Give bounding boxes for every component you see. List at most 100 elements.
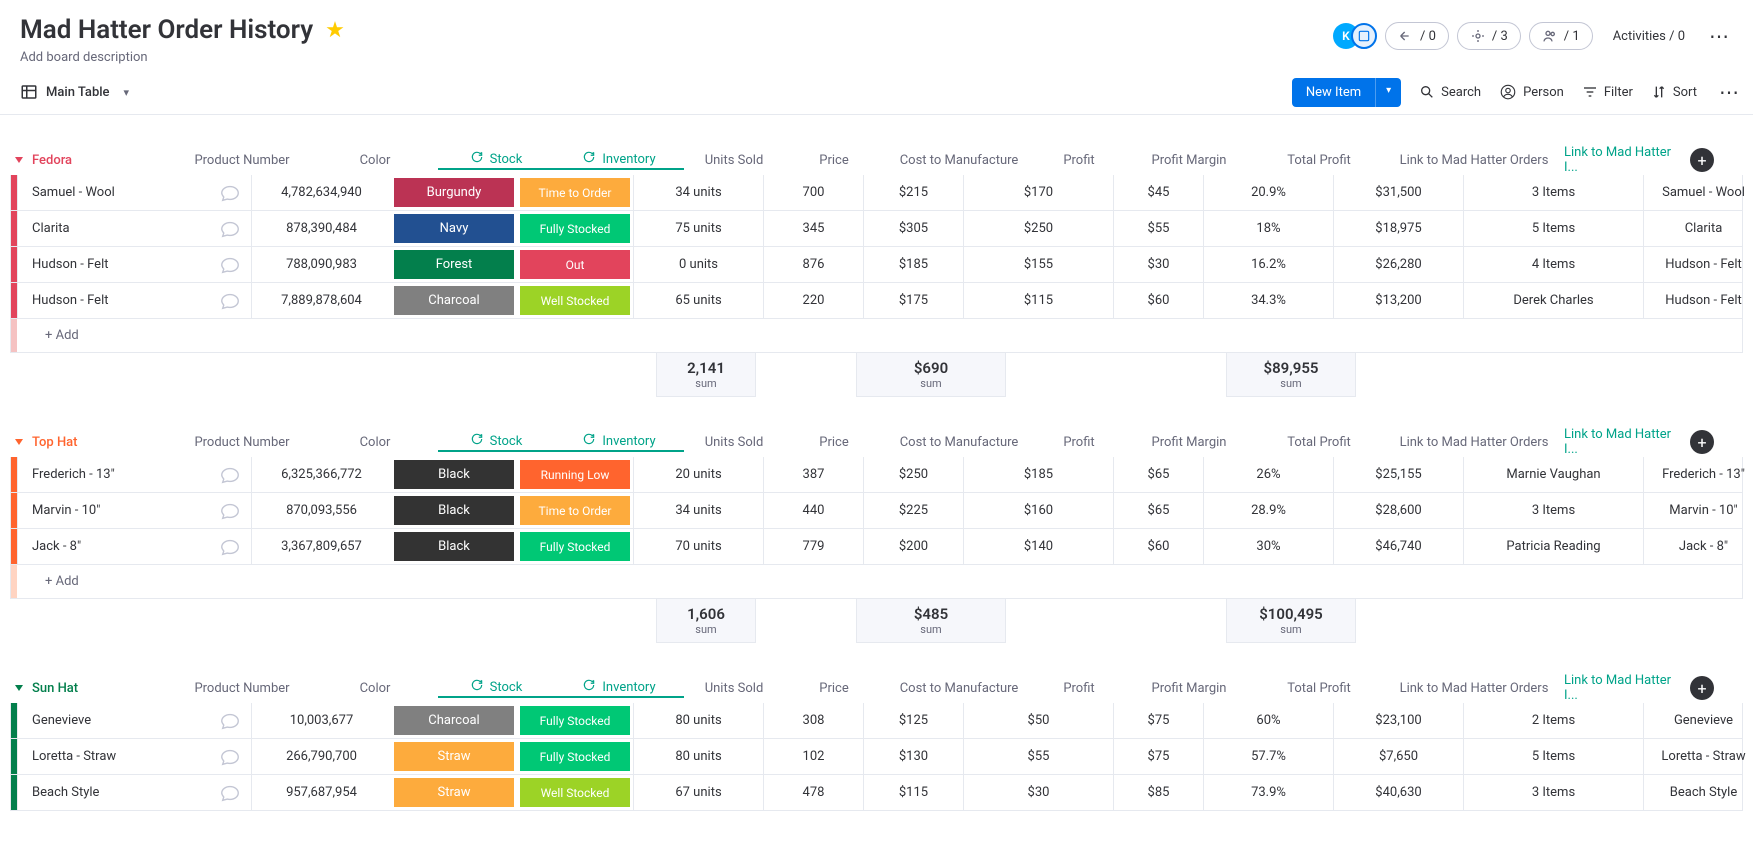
collapse-icon[interactable] [10, 433, 28, 451]
add-item-button[interactable]: + Add [10, 319, 1743, 353]
add-column-button[interactable]: + [1690, 148, 1714, 172]
chat-icon[interactable] [219, 536, 241, 558]
item-name-cell[interactable]: Beach Style [17, 775, 251, 810]
margin-cell[interactable]: 16.2% [1203, 247, 1333, 282]
col-profit-margin[interactable]: Profit Margin [1124, 153, 1254, 168]
total-profit-cell[interactable]: $7,650 [1333, 739, 1463, 774]
color-cell[interactable]: Black [394, 532, 514, 561]
product-number-cell[interactable]: 957,687,954 [251, 775, 391, 810]
margin-cell[interactable]: 28.9% [1203, 493, 1333, 528]
item-name-cell[interactable]: Hudson - Felt [17, 283, 251, 318]
cost-cell[interactable]: $170 [963, 175, 1113, 210]
avatar-group[interactable]: K [1333, 23, 1377, 49]
color-cell[interactable]: Burgundy [394, 178, 514, 207]
cost-cell[interactable]: $250 [963, 211, 1113, 246]
color-cell[interactable]: Forest [394, 250, 514, 279]
total-profit-cell[interactable]: $40,630 [1333, 775, 1463, 810]
link-inventory-cell[interactable]: Hudson - Felt [1643, 283, 1753, 318]
link-orders-cell[interactable]: Patricia Reading [1463, 529, 1643, 564]
inventory-cell[interactable]: 75 units [633, 211, 763, 246]
col-cost-manufacture[interactable]: Cost to Manufacture [884, 681, 1034, 696]
collapse-icon[interactable] [10, 679, 28, 697]
product-number-cell[interactable]: 6,325,366,772 [251, 457, 391, 492]
board-description[interactable]: Add board description [20, 50, 1733, 65]
profit-cell[interactable]: $75 [1113, 739, 1203, 774]
view-selector[interactable]: Main Table ▾ [10, 77, 139, 107]
total-profit-cell[interactable]: $13,200 [1333, 283, 1463, 318]
col-inventory[interactable]: Inventory [554, 150, 684, 170]
chat-icon[interactable] [219, 500, 241, 522]
new-item-dropdown[interactable]: ▾ [1375, 78, 1401, 107]
units-sold-cell[interactable]: 345 [763, 211, 863, 246]
table-row[interactable]: Genevieve 10,003,677 Charcoal Fully Stoc… [10, 703, 1743, 739]
stock-cell[interactable]: Fully Stocked [520, 706, 630, 735]
col-profit[interactable]: Profit [1034, 681, 1124, 696]
stock-cell[interactable]: Fully Stocked [520, 214, 630, 243]
cost-cell[interactable]: $115 [963, 283, 1113, 318]
margin-cell[interactable]: 26% [1203, 457, 1333, 492]
link-inventory-cell[interactable]: Frederich - 13" [1643, 457, 1753, 492]
col-inventory[interactable]: Inventory [554, 678, 684, 698]
cost-cell[interactable]: $30 [963, 775, 1113, 810]
col-total-profit[interactable]: Total Profit [1254, 435, 1384, 450]
cost-cell[interactable]: $155 [963, 247, 1113, 282]
members-pill[interactable]: / 1 [1529, 22, 1593, 50]
product-number-cell[interactable]: 870,093,556 [251, 493, 391, 528]
add-item-button[interactable]: + Add [10, 565, 1743, 599]
product-number-cell[interactable]: 788,090,983 [251, 247, 391, 282]
stock-cell[interactable]: Time to Order [520, 178, 630, 207]
table-row[interactable]: Samuel - Wool 4,782,634,940 Burgundy Tim… [10, 175, 1743, 211]
margin-cell[interactable]: 18% [1203, 211, 1333, 246]
color-cell[interactable]: Navy [394, 214, 514, 243]
profit-cell[interactable]: $30 [1113, 247, 1203, 282]
chat-icon[interactable] [219, 218, 241, 240]
page-title[interactable]: Mad Hatter Order History [20, 15, 313, 45]
col-product-number[interactable]: Product Number [172, 435, 312, 450]
price-cell[interactable]: $115 [863, 775, 963, 810]
sort-button[interactable]: Sort [1651, 84, 1697, 100]
color-cell[interactable]: Straw [394, 742, 514, 771]
inventory-cell[interactable]: 0 units [633, 247, 763, 282]
col-profit[interactable]: Profit [1034, 435, 1124, 450]
link-inventory-cell[interactable]: Genevieve [1643, 703, 1753, 738]
link-inventory-cell[interactable]: Jack - 8" [1643, 529, 1753, 564]
item-name-cell[interactable]: Clarita [17, 211, 251, 246]
link-orders-cell[interactable]: 5 Items [1463, 211, 1643, 246]
col-units-sold[interactable]: Units Sold [684, 681, 784, 696]
total-profit-cell[interactable]: $23,100 [1333, 703, 1463, 738]
stock-cell[interactable]: Time to Order [520, 496, 630, 525]
margin-cell[interactable]: 60% [1203, 703, 1333, 738]
price-cell[interactable]: $305 [863, 211, 963, 246]
col-inventory[interactable]: Inventory [554, 432, 684, 452]
group-name[interactable]: Fedora [32, 153, 172, 168]
color-cell[interactable]: Charcoal [394, 286, 514, 315]
price-cell[interactable]: $125 [863, 703, 963, 738]
cost-cell[interactable]: $140 [963, 529, 1113, 564]
col-profit[interactable]: Profit [1034, 153, 1124, 168]
stock-cell[interactable]: Running Low [520, 460, 630, 489]
more-menu-icon[interactable]: ⋯ [1705, 20, 1733, 52]
inventory-cell[interactable]: 20 units [633, 457, 763, 492]
item-name-cell[interactable]: Frederich - 13" [17, 457, 251, 492]
profit-cell[interactable]: $45 [1113, 175, 1203, 210]
link-orders-cell[interactable]: 5 Items [1463, 739, 1643, 774]
chat-icon[interactable] [219, 182, 241, 204]
col-profit-margin[interactable]: Profit Margin [1124, 435, 1254, 450]
stock-cell[interactable]: Out [520, 250, 630, 279]
total-profit-cell[interactable]: $26,280 [1333, 247, 1463, 282]
margin-cell[interactable]: 34.3% [1203, 283, 1333, 318]
group-name[interactable]: Top Hat [32, 435, 172, 450]
col-stock[interactable]: Stock [438, 678, 554, 698]
profit-cell[interactable]: $55 [1113, 211, 1203, 246]
col-link-inventory[interactable]: Link to Mad Hatter I... [1564, 145, 1684, 175]
table-row[interactable]: Frederich - 13" 6,325,366,772 Black Runn… [10, 457, 1743, 493]
color-cell[interactable]: Charcoal [394, 706, 514, 735]
color-cell[interactable]: Black [394, 460, 514, 489]
item-name-cell[interactable]: Jack - 8" [17, 529, 251, 564]
favorite-star-icon[interactable]: ★ [325, 18, 345, 43]
link-orders-cell[interactable]: 3 Items [1463, 175, 1643, 210]
price-cell[interactable]: $225 [863, 493, 963, 528]
col-color[interactable]: Color [312, 153, 438, 168]
add-column-button[interactable]: + [1690, 430, 1714, 454]
col-product-number[interactable]: Product Number [172, 681, 312, 696]
